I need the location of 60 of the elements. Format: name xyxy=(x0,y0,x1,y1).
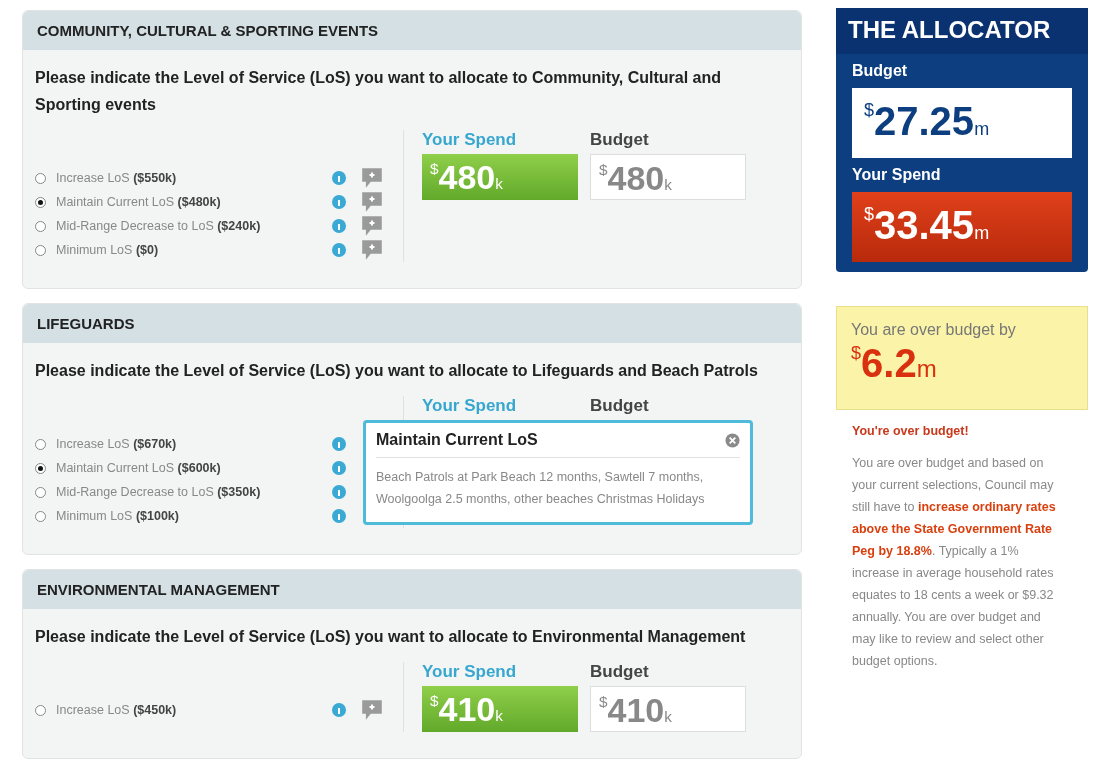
your-spend-label: Your Spend xyxy=(422,130,518,150)
info-icon[interactable] xyxy=(332,219,346,233)
option-label[interactable]: Increase LoS ($670k) xyxy=(56,437,332,451)
your-spend-label: Your Spend xyxy=(852,166,942,184)
radio-button[interactable] xyxy=(35,196,46,208)
option-label[interactable]: Minimum LoS ($0) xyxy=(56,243,332,257)
radio-button[interactable] xyxy=(35,438,46,450)
budget-label: Budget xyxy=(590,130,649,150)
option-label[interactable]: Maintain Current LoS ($600k) xyxy=(56,461,332,475)
comment-icon[interactable] xyxy=(360,699,384,721)
comment-icon[interactable] xyxy=(360,167,384,189)
budget-label: Budget xyxy=(852,62,909,80)
info-icon[interactable] xyxy=(332,485,346,499)
close-icon[interactable] xyxy=(725,432,740,448)
info-icon[interactable] xyxy=(332,195,346,209)
radio-button[interactable] xyxy=(35,220,46,232)
section-question: Please indicate the Level of Service (LoS) you want to allocate to Community, Cultural and Sporting events xyxy=(34,68,723,115)
budget-label: Budget xyxy=(590,396,649,416)
section-question: Please indicate the Level of Service (LoS) you want to allocate to Environmental Management xyxy=(34,627,747,647)
budget-amount: $^{$}$480k xyxy=(590,154,746,200)
radio-button[interactable] xyxy=(35,244,46,256)
option-label[interactable]: Mid-Range Decrease to LoS ($350k) xyxy=(56,485,332,499)
comment-icon[interactable] xyxy=(360,239,384,261)
radio-button[interactable] xyxy=(35,172,46,184)
option-label[interactable]: Increase LoS ($450k) xyxy=(56,703,332,717)
option-label[interactable]: Minimum LoS ($100k) xyxy=(56,509,332,523)
your-spend-label: Your Spend xyxy=(422,396,518,416)
comment-icon[interactable] xyxy=(360,191,384,213)
warning-text: You are over budget and based on your current selections, Council may still have to increase ordinary rates above the State Government Rate Peg by 18.8%. Typically a 1% increase in average household rates equates to 18 cents a week or $9.32 annually. You are over budget and may like to review and select other budget options. xyxy=(851,455,1057,670)
warning-title: You're over budget! xyxy=(852,424,970,438)
info-icon[interactable] xyxy=(332,437,346,451)
your-spend-amount: $^{$}$480k xyxy=(422,154,578,200)
option-label[interactable]: Maintain Current LoS ($480k) xyxy=(56,195,332,209)
radio-button[interactable] xyxy=(35,486,46,498)
option-label[interactable]: Increase LoS ($550k) xyxy=(56,171,332,185)
over-budget-label: You are over budget by xyxy=(851,321,1017,339)
radio-button[interactable] xyxy=(35,462,46,474)
radio-button[interactable] xyxy=(35,510,46,522)
allocator-title: THE ALLOCATOR xyxy=(836,8,1088,54)
info-icon[interactable] xyxy=(332,243,346,257)
section-title: ENVIRONMENTAL MANAGEMENT xyxy=(23,570,801,609)
budget-total: $^{$}$27.25m xyxy=(852,88,1072,158)
over-budget-amount: $^{$}$6.2m xyxy=(851,340,938,387)
info-icon[interactable] xyxy=(332,461,346,475)
info-icon[interactable] xyxy=(332,703,346,717)
option-label[interactable]: Mid-Range Decrease to LoS ($240k) xyxy=(56,219,332,233)
radio-button[interactable] xyxy=(35,704,46,716)
tooltip-text: Beach Patrols at Park Beach 12 months, Sawtell 7 months, Woolgoolga 2.5 months, other beaches Christmas Holidays xyxy=(376,469,706,508)
your-spend-total: $^{$}$33.45m xyxy=(852,192,1072,262)
info-icon[interactable] xyxy=(332,171,346,185)
section-title: COMMUNITY, CULTURAL & SPORTING EVENTS xyxy=(23,11,801,50)
budget-amount: $^{$}$410k xyxy=(590,686,746,732)
your-spend-label: Your Spend xyxy=(422,662,518,682)
budget-label: Budget xyxy=(590,662,649,682)
info-icon[interactable] xyxy=(332,509,346,523)
section-title: LIFEGUARDS xyxy=(23,304,801,343)
tooltip-title: Maintain Current LoS xyxy=(376,431,538,449)
section-question: Please indicate the Level of Service (LoS) you want to allocate to Lifeguards and Beach Patrols xyxy=(34,361,759,381)
your-spend-amount: $^{$}$410k xyxy=(422,686,578,732)
comment-icon[interactable] xyxy=(360,215,384,237)
